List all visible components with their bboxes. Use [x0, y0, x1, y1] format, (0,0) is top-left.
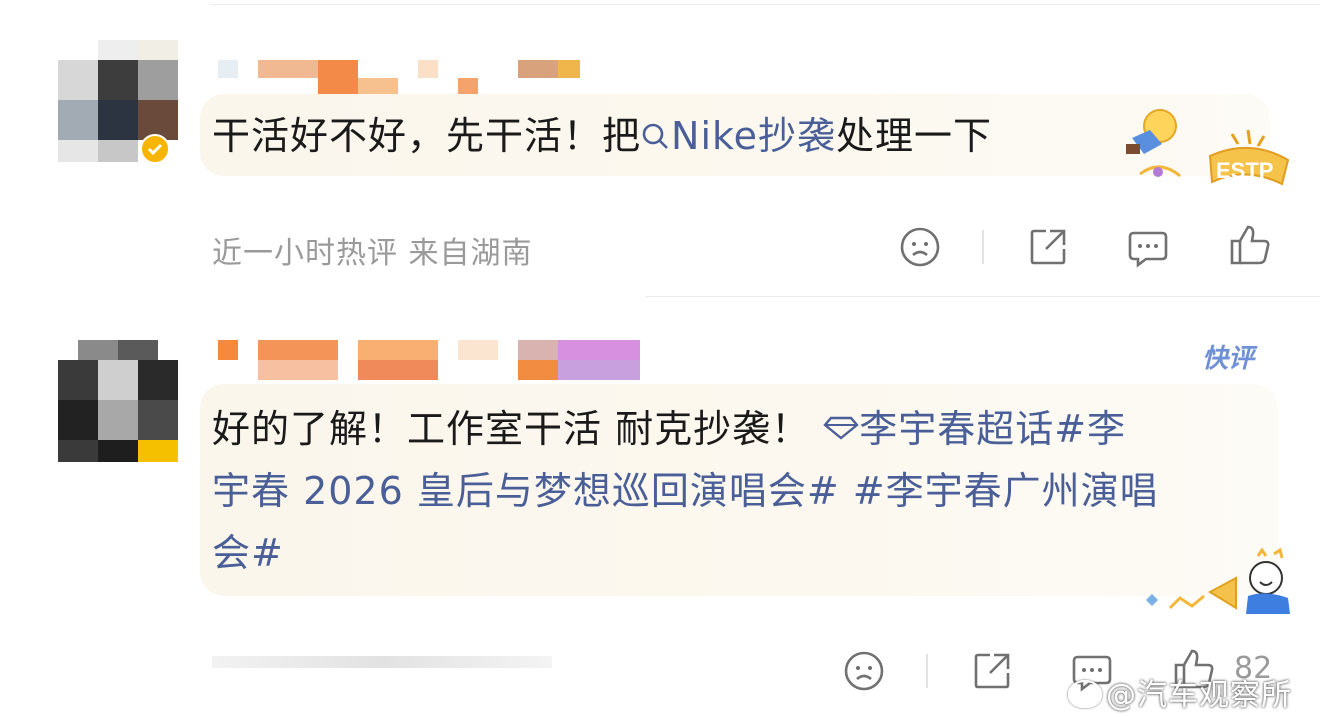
topic-link[interactable]: 李宇春超话: [823, 407, 1054, 451]
like-button[interactable]: [1226, 221, 1274, 269]
action-divider: [982, 230, 984, 264]
comment-icon: [1128, 231, 1168, 268]
sad-face-icon: [900, 227, 940, 267]
meta-blurred: [212, 656, 552, 668]
share-icon: [1030, 229, 1066, 265]
weibo-logo-icon: [1068, 680, 1102, 708]
username-blurred[interactable]: [218, 60, 580, 96]
sad-face-icon: [844, 651, 884, 691]
top-divider: [210, 4, 1320, 5]
username-blurred[interactable]: [218, 340, 640, 380]
avatar[interactable]: [58, 340, 178, 462]
watermark: @汽车观察所: [1068, 670, 1292, 714]
hashtag-link[interactable]: 会#: [212, 531, 284, 575]
like-icon: [1230, 225, 1270, 265]
diamond-icon: [823, 416, 859, 440]
cheer-sticker: [1140, 547, 1300, 620]
dislike-button[interactable]: [896, 223, 944, 271]
estp-sticker: ESTP: [1120, 104, 1295, 196]
svg-text:ESTP: ESTP: [1216, 158, 1273, 183]
search-link[interactable]: Nike抄袭: [641, 114, 836, 158]
comment-text: 好的了解！工作室干活 耐克抄袭！ 李宇春超话#李 宇春 2026 皇后与梦想巡回…: [212, 407, 1159, 575]
action-divider: [926, 654, 928, 688]
share-button[interactable]: [1024, 223, 1072, 271]
hashtag-link[interactable]: #李宇春广州演唱: [840, 469, 1159, 513]
comment-meta: 近一小时热评 来自湖南: [212, 236, 533, 271]
comment-text: 干活好不好，先干活！把 Nike抄袭处理一下: [212, 114, 993, 158]
hashtag-link[interactable]: 宇春 2026 皇后与梦想巡回演唱会#: [212, 469, 840, 513]
hashtag-link[interactable]: #李: [1054, 407, 1126, 451]
fast-comment-badge: 快评: [1202, 344, 1255, 374]
verified-badge-icon: [140, 134, 170, 164]
share-icon: [974, 653, 1010, 689]
search-icon: [642, 123, 668, 149]
comment-divider: [645, 296, 1320, 297]
dislike-button[interactable]: [840, 647, 888, 695]
share-button[interactable]: [968, 647, 1016, 695]
comment-button[interactable]: [1124, 223, 1172, 271]
